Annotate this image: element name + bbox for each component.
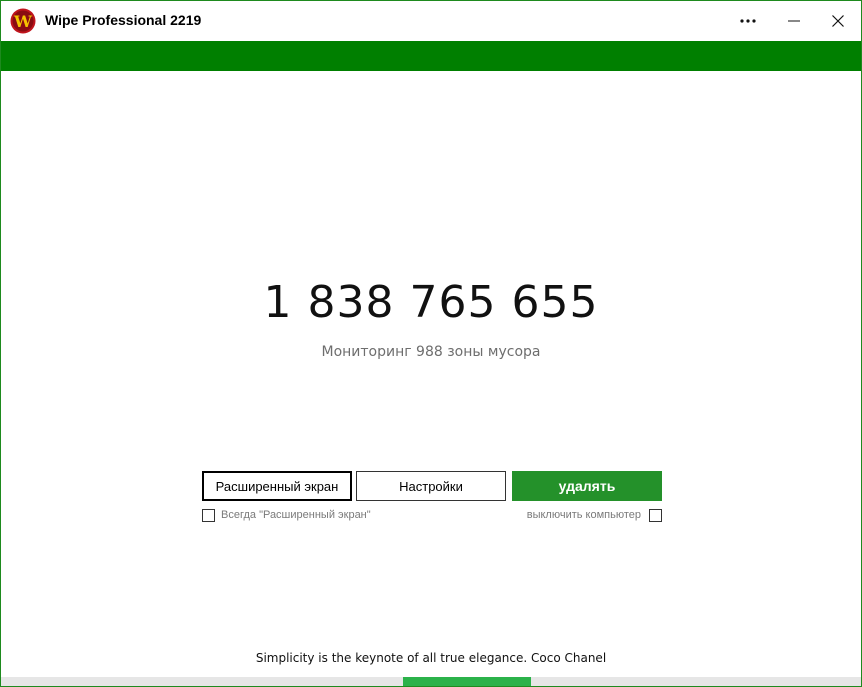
app-logo-letter: W	[13, 12, 33, 31]
delete-button[interactable]: удалять	[512, 471, 662, 501]
shutdown-label: выключить компьютер	[526, 509, 641, 521]
close-icon	[832, 15, 844, 27]
footer-quote: Simplicity is the keynote of all true el…	[255, 651, 607, 665]
progress-bar	[1, 677, 861, 686]
more-dots-icon	[740, 19, 756, 23]
minimize-icon	[788, 20, 800, 22]
header-accent-bar	[1, 41, 861, 71]
title-bar[interactable]: W Wipe Professional 2219	[1, 1, 861, 41]
shutdown-option[interactable]: выключить компьютер	[527, 508, 662, 522]
window-title: Wipe Professional 2219	[45, 12, 202, 28]
minimize-button[interactable]	[771, 1, 817, 41]
always-advanced-checkbox[interactable]	[202, 508, 215, 522]
close-button[interactable]	[815, 1, 861, 41]
monitor-subtitle: Мониторинг 988 зоны мусора	[321, 344, 541, 360]
shutdown-checkbox[interactable]	[649, 508, 662, 522]
app-logo-icon: W	[10, 8, 36, 34]
settings-button[interactable]: Настройки	[356, 471, 506, 501]
always-advanced-option[interactable]: Всегда "Расширенный экран"	[202, 508, 371, 522]
more-options-button[interactable]	[725, 1, 771, 41]
monitor-counter: 1 838 765 655	[263, 277, 599, 328]
app-window: W Wipe Professional 2219 1 838 765 655 М…	[0, 0, 862, 687]
progress-indicator	[403, 677, 531, 686]
always-advanced-label: Всегда "Расширенный экран"	[221, 509, 371, 521]
advanced-screen-button[interactable]: Расширенный экран	[202, 471, 352, 501]
